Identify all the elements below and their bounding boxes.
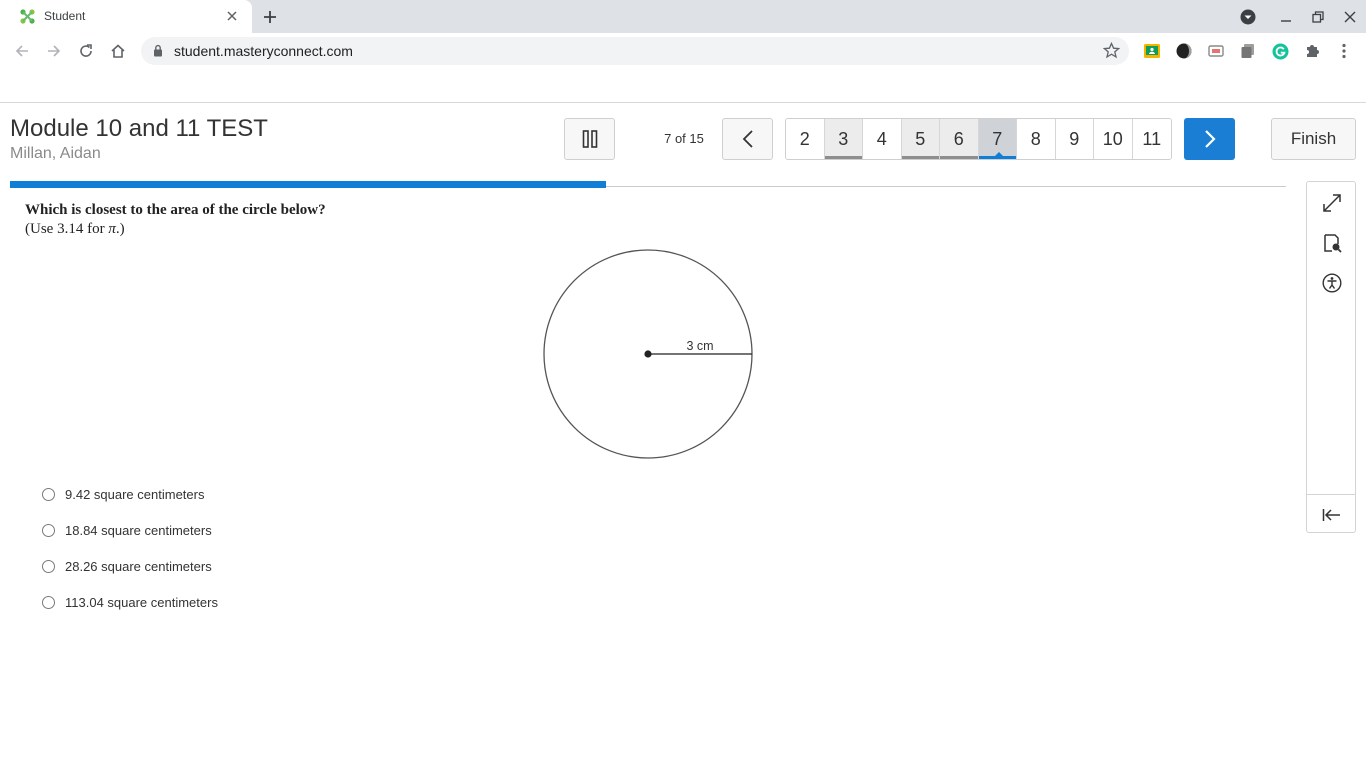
forward-arrow-icon[interactable] — [44, 41, 64, 61]
minimize-icon[interactable] — [1276, 7, 1296, 27]
answer-label: 18.84 square centimeters — [65, 522, 212, 538]
question-hint: (Use 3.14 for π.) — [25, 221, 125, 238]
chevron-left-icon — [742, 130, 753, 148]
google-classroom-extension-icon[interactable] — [1143, 42, 1161, 60]
question-number-2[interactable]: 2 — [786, 119, 825, 159]
question-number-8[interactable]: 8 — [1017, 119, 1056, 159]
hint-suffix: .) — [115, 221, 125, 237]
answer-label: 9.42 square centimeters — [65, 486, 205, 502]
question-progress-text: 7 of 15 — [664, 131, 704, 146]
answer-radio[interactable] — [42, 559, 55, 573]
expand-icon[interactable] — [1319, 190, 1345, 216]
browser-tab[interactable]: Student — [0, 0, 252, 33]
question-number-3[interactable]: 3 — [824, 119, 863, 159]
question-number-6[interactable]: 6 — [940, 119, 979, 159]
tab-title: Student — [44, 9, 86, 23]
browser-tabstrip: Student — [0, 0, 1366, 33]
collapse-panel-icon[interactable] — [1319, 502, 1345, 528]
question-number-11[interactable]: 11 — [1132, 119, 1171, 159]
answer-choice[interactable]: 9.42 square centimeters — [42, 476, 218, 512]
next-question-button[interactable] — [1184, 118, 1235, 160]
dark-mode-extension-icon[interactable] — [1175, 42, 1193, 60]
extensions-puzzle-icon[interactable] — [1303, 42, 1321, 60]
previous-question-button[interactable] — [722, 118, 773, 160]
pause-button[interactable] — [564, 118, 615, 160]
new-tab-icon[interactable] — [259, 6, 281, 28]
reload-icon[interactable] — [76, 41, 96, 61]
question-number-10[interactable]: 10 — [1094, 119, 1133, 159]
url-text: student.masteryconnect.com — [174, 43, 353, 59]
hint-prefix: (Use 3.14 for — [25, 221, 109, 237]
answer-choice[interactable]: 18.84 square centimeters — [42, 512, 218, 548]
answer-choice[interactable]: 113.04 square centimeters — [42, 584, 218, 620]
grammarly-extension-icon[interactable] — [1271, 42, 1289, 60]
browser-menu-kebab-icon[interactable] — [1335, 42, 1353, 60]
answer-label: 28.26 square centimeters — [65, 558, 212, 574]
close-window-icon[interactable] — [1340, 7, 1360, 27]
question-text: Which is closest to the area of the circ… — [25, 202, 326, 218]
progress-bar-fill — [10, 181, 606, 188]
screenshot-extension-icon[interactable] — [1207, 42, 1225, 60]
answer-label: 113.04 square centimeters — [65, 594, 218, 610]
circle-diagram: 3 cm — [543, 249, 753, 459]
finish-button[interactable]: Finish — [1271, 118, 1356, 160]
answer-choice[interactable]: 28.26 square centimeters — [42, 548, 218, 584]
center-point — [644, 350, 652, 358]
tool-panel — [1306, 181, 1356, 533]
question-number-4[interactable]: 4 — [863, 119, 902, 159]
address-bar[interactable]: student.masteryconnect.com — [141, 37, 1129, 65]
tool-panel-divider — [1307, 494, 1355, 495]
restore-icon[interactable] — [1308, 7, 1328, 27]
test-title: Module 10 and 11 TEST — [10, 115, 268, 142]
back-arrow-icon[interactable] — [12, 41, 32, 61]
lock-icon — [154, 44, 162, 57]
answer-radio[interactable] — [42, 595, 55, 609]
bookmark-star-icon[interactable] — [1103, 42, 1120, 59]
question-number-7[interactable]: 7 — [978, 119, 1017, 159]
answer-radio[interactable] — [42, 487, 55, 501]
accessibility-icon[interactable] — [1319, 270, 1345, 296]
question-number-9[interactable]: 9 — [1055, 119, 1094, 159]
copy-extension-icon[interactable] — [1239, 42, 1257, 60]
browser-toolbar: student.masteryconnect.com — [0, 33, 1366, 69]
app-header-divider — [0, 102, 1366, 103]
pi-symbol: π — [108, 221, 116, 237]
pause-icon — [582, 130, 597, 148]
radius-label: 3 cm — [686, 339, 713, 353]
chevron-right-icon — [1204, 130, 1216, 148]
tab-search-icon[interactable] — [1238, 7, 1258, 27]
close-tab-icon[interactable] — [224, 8, 240, 24]
masteryconnect-favicon-icon — [20, 9, 35, 24]
student-name: Millan, Aidan — [10, 145, 101, 162]
answer-radio[interactable] — [42, 523, 55, 537]
question-number-5[interactable]: 5 — [901, 119, 940, 159]
answer-choices: 9.42 square centimeters 18.84 square cent… — [42, 476, 218, 620]
question-number-nav: 2 3 4 5 6 7 8 9 10 11 — [785, 118, 1172, 160]
home-icon[interactable] — [108, 41, 128, 61]
reference-sheet-icon[interactable] — [1319, 230, 1345, 256]
